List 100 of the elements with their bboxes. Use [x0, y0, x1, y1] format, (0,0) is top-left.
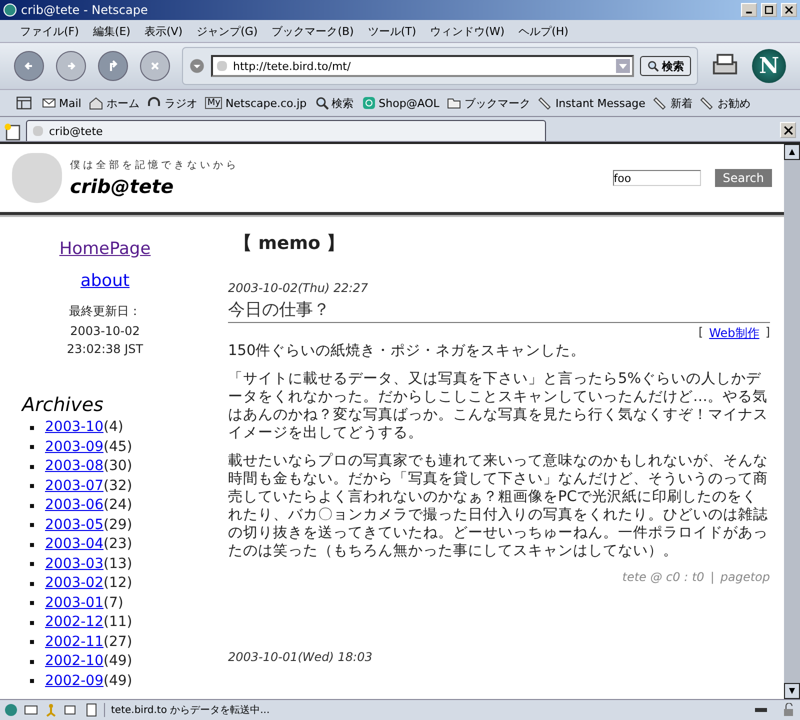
bullet-icon	[30, 445, 34, 450]
archive-link[interactable]: 2003-07	[45, 476, 104, 496]
dropdown-icon	[616, 59, 630, 73]
bullet-icon	[30, 542, 34, 547]
menu-item[interactable]: ヘルプ(H)	[512, 22, 574, 40]
bullet-icon	[30, 601, 34, 606]
menu-item[interactable]: 表示(V)	[138, 22, 189, 40]
entry-paragraph: 「サイトに載せるデータ、又は写真を下さい」と言ったら5%ぐらいの人しかデータをくれなかった。だからしこしことスキャンしていったんだけど…。やる気はあんのかね？変な写真ばっか。こんな写真を見たら行く気なくすぞ！マイナスイメージを出してどうする。	[228, 370, 769, 442]
archive-link[interactable]: 2003-04	[45, 535, 104, 554]
archive-count: (23)	[104, 535, 132, 554]
maximize-icon	[765, 6, 773, 14]
archive-link[interactable]: 2003-02	[45, 574, 104, 594]
archive-count: (29)	[104, 516, 132, 534]
archive-link[interactable]: 2003-05	[45, 516, 104, 535]
search-icon	[647, 60, 659, 72]
section-heading: 【 memo 】	[234, 232, 346, 255]
minimize-button[interactable]	[741, 3, 757, 17]
archive-link[interactable]: 2002-11	[45, 632, 104, 652]
bookmark-link[interactable]: Instant Message	[538, 96, 646, 110]
bookmark-link[interactable]: 検索	[314, 96, 354, 110]
archive-link[interactable]: 2002-12	[45, 613, 104, 632]
bullet-icon	[30, 582, 34, 586]
entry-title: 今日の仕事？	[228, 298, 770, 323]
archive-link[interactable]: 2003-03	[45, 554, 104, 574]
up-arrow-icon	[788, 149, 796, 155]
scroll-down-button[interactable]	[784, 683, 800, 699]
bullet-icon	[30, 562, 34, 566]
nav-link[interactable]: HomePage	[59, 239, 151, 259]
search-icon	[314, 96, 329, 110]
bookmark-link[interactable]: ラジオ	[147, 96, 198, 110]
bookmark-link[interactable]: 新着	[653, 96, 692, 110]
scroll-up-button[interactable]	[784, 144, 800, 160]
archives-heading: Archives	[22, 394, 104, 416]
bullet-icon	[30, 523, 34, 528]
close-button[interactable]	[781, 3, 797, 17]
bookmark-link[interactable]: Mail	[42, 96, 82, 110]
separator-text: |	[710, 570, 714, 584]
my-badge: My	[205, 97, 222, 109]
back-button[interactable]	[14, 51, 44, 81]
search-field[interactable]: foo	[612, 170, 701, 186]
bullet-icon	[30, 504, 34, 508]
archive-link[interactable]: 2003-06	[45, 496, 104, 516]
close-tab-button[interactable]	[780, 122, 796, 138]
site-title: crib@tete	[70, 176, 175, 198]
bookmark-link[interactable]: ブックマーク	[447, 96, 530, 110]
archive-link[interactable]: 2002-09	[45, 672, 104, 691]
archive-count: (49)	[104, 652, 132, 671]
bracket-text: [	[698, 325, 704, 341]
archive-count: (12)	[104, 574, 132, 593]
archive-count: (4)	[104, 418, 124, 437]
menu-item[interactable]: 編集(E)	[86, 22, 136, 40]
scrollbar[interactable]	[784, 144, 800, 699]
bookmark-link[interactable]: My Netscape.co.jp	[205, 96, 307, 110]
bullet-icon	[30, 660, 34, 664]
bookmark-link[interactable]: ホーム	[89, 96, 140, 110]
bullet-icon	[30, 679, 34, 684]
archive-link[interactable]: 2003-08	[45, 457, 104, 476]
archive-count: (11)	[104, 613, 132, 632]
nav-link[interactable]: about	[80, 271, 130, 291]
menu-item[interactable]: ジャンプ(G)	[190, 22, 264, 40]
entry-paragraph: 150件ぐらいの紙焼き・ポジ・ネガをスキャンした。	[228, 342, 587, 360]
bullet-icon	[30, 640, 34, 644]
archive-link[interactable]: 2003-09	[45, 438, 104, 457]
folder-icon	[447, 96, 462, 110]
archive-count: (27)	[104, 632, 132, 652]
updated-time: 23:02:38 JST	[66, 342, 144, 356]
house-icon	[89, 96, 104, 110]
bullet-icon	[30, 426, 34, 430]
archive-count: (30)	[104, 457, 132, 476]
bookmark-link[interactable]: Shop@AOL	[362, 96, 440, 110]
photo-placeholder	[12, 153, 62, 203]
sidebar-tab-icon	[14, 95, 34, 111]
bullet-icon	[30, 620, 34, 625]
menu-item[interactable]: ツール(T)	[362, 22, 422, 40]
archive-link[interactable]: 2002-10	[45, 652, 104, 672]
netscape-logo[interactable]: N	[752, 49, 786, 83]
category-link[interactable]: Web制作	[709, 325, 760, 342]
browser-tab[interactable]: crib@tete	[26, 120, 546, 141]
archive-count: (7)	[104, 594, 124, 612]
entry-date: 2003-10-02(Thu) 22:27	[228, 281, 370, 295]
search-button[interactable]: Search	[714, 169, 772, 187]
bracket-text: ]	[765, 325, 770, 341]
archive-link[interactable]: 2003-10	[45, 418, 104, 438]
menu-item[interactable]: ウィンドウ(W)	[424, 22, 511, 40]
search-button[interactable]: 検索	[640, 56, 691, 76]
archive-link[interactable]: 2003-01	[45, 594, 104, 613]
window-title: crib@tete - Netscape	[21, 3, 149, 17]
bullet-icon	[30, 484, 34, 488]
menu-item[interactable]: ブックマーク(B)	[266, 22, 360, 40]
address-field[interactable]: http://tete.bird.to/mt/	[211, 55, 634, 77]
updated-date: 2003-10-02	[70, 324, 140, 338]
up-arrow-button[interactable]	[98, 51, 128, 81]
entry-paragraph: 載せたいならプロの写真家でも連れて来いって意味なのかもしれないが、そんな時間も金もない。だから「写真を貸して下さい」なんだけど、そういうのって商売していたらよく言われないのかなぁ？粗画像をPCで光沢紙に印刷したのをくれたり、バカ〇ョンカメラで撮った日付入りの写真をくれたり。ひどいのは雑誌の切り抜きを送ってきていたね。どーせいっちゅーねん。一件ポラロイドがあったのは笑った（もちろん無かった事にしてスキャンはしてない）。	[228, 452, 769, 560]
bookmark-link[interactable]: お勧め	[700, 96, 750, 110]
entry-date: 2003-10-01(Wed) 18:03	[228, 650, 374, 664]
close-icon	[785, 6, 793, 14]
menu-item[interactable]: ファイル(F)	[14, 22, 85, 40]
pagetop-link[interactable]: pagetop	[720, 570, 770, 584]
maximize-button[interactable]	[761, 3, 777, 17]
lock-icon	[782, 703, 796, 717]
